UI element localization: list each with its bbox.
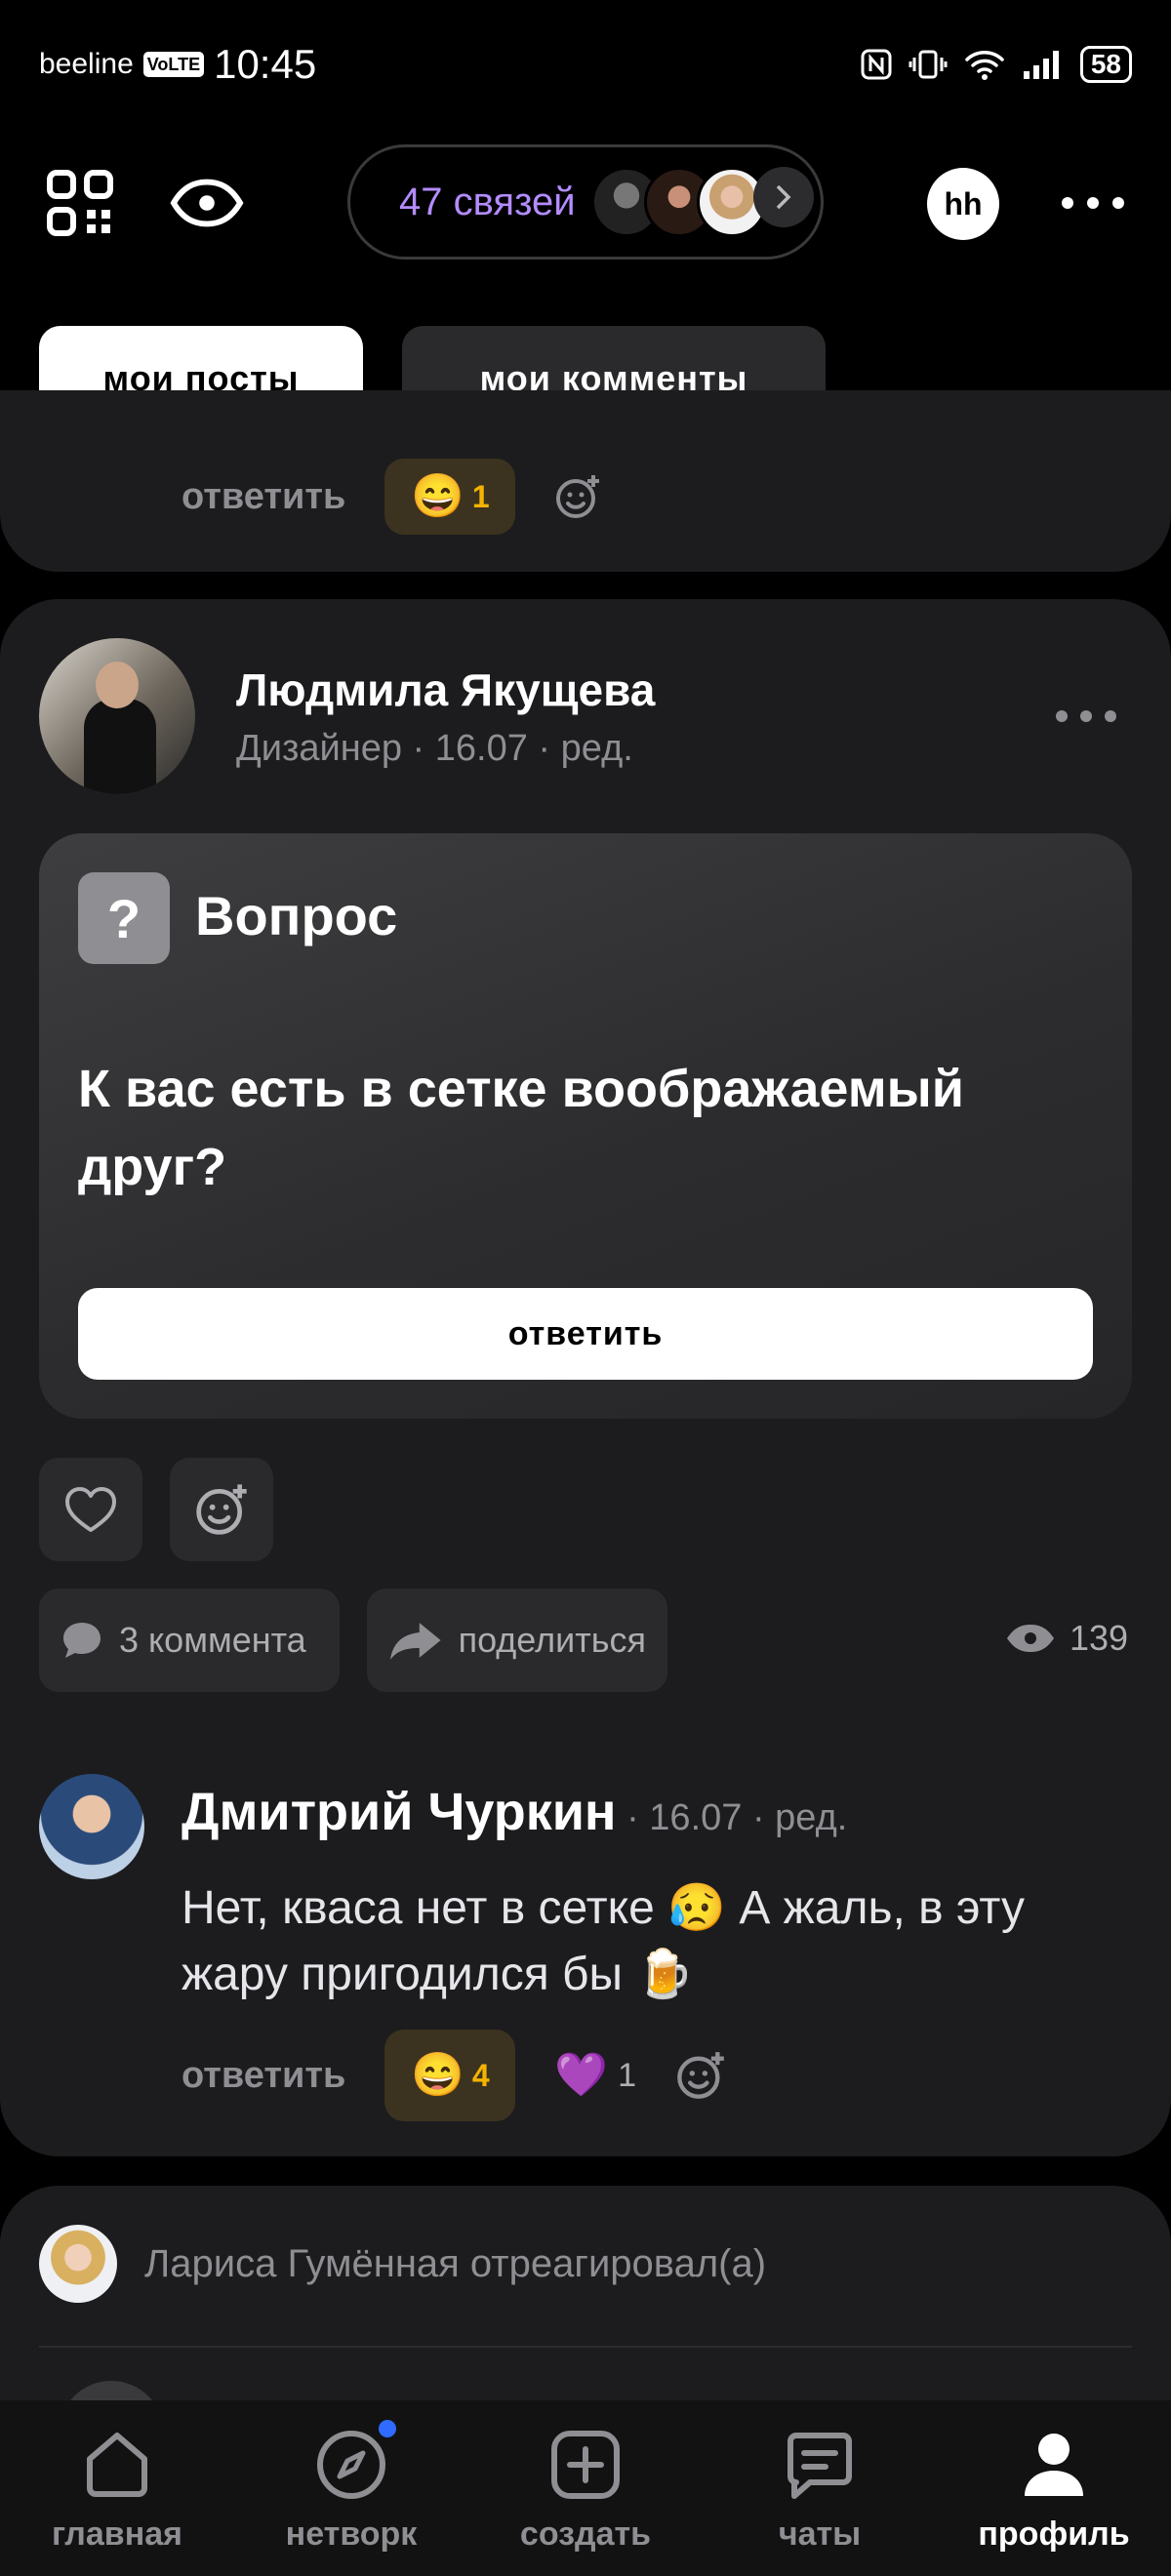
reaction-count: 1: [471, 478, 490, 514]
prev-post-actions: ответить 😄 1: [182, 459, 601, 535]
post-author[interactable]: Людмила Якущева Дизайнер · 16.07 · ред.: [39, 638, 655, 794]
nav-profile-label: профиль: [978, 2516, 1130, 2553]
add-reaction-icon: [196, 1484, 247, 1535]
eye-icon[interactable]: [170, 166, 244, 240]
answer-button[interactable]: ответить: [78, 1288, 1093, 1380]
commenter-avatar[interactable]: [39, 1774, 144, 1879]
reaction-count: 4: [471, 2057, 490, 2093]
compass-icon: [317, 2431, 385, 2499]
share-label: поделиться: [458, 1620, 646, 1660]
views-counter: 139: [1005, 1618, 1128, 1659]
top-header: 47 связей hh: [0, 144, 1171, 262]
profile-avatar-button[interactable]: hh: [927, 168, 999, 240]
wifi-icon: [965, 51, 1004, 80]
author-meta: Дизайнер · 16.07 · ред.: [236, 727, 633, 769]
add-reaction-icon[interactable]: [554, 473, 601, 520]
comment-bubble-icon: [63, 1623, 101, 1658]
nav-profile[interactable]: профиль: [937, 2400, 1171, 2576]
commenter-name-line: Дмитрий Чуркин · 16.07 · ред.: [182, 1782, 847, 1842]
add-reaction-button[interactable]: [170, 1458, 273, 1561]
reaction-chip[interactable]: 💜 1: [554, 2054, 636, 2097]
comment-meta: · 16.07 · ред.: [616, 1797, 848, 1838]
comment-actions: ответить 😄 4 💜 1: [182, 2030, 726, 2121]
connections-count: 47 связей: [399, 180, 576, 223]
heart-icon: [65, 1487, 116, 1532]
nav-home-label: главная: [51, 2516, 182, 2553]
battery-indicator: 58: [1079, 46, 1132, 83]
post-more-icon[interactable]: [1056, 697, 1116, 736]
share-button[interactable]: поделиться: [367, 1589, 667, 1692]
activity-text: Лариса Гумённая отреагировал(а): [144, 2242, 767, 2285]
divider: [39, 2346, 1132, 2348]
add-reaction-icon[interactable]: [675, 2050, 726, 2101]
notification-dot: [379, 2420, 396, 2437]
app-screen: beeline VoLTE 10:45 58 47 связей hh мои …: [0, 0, 1171, 2576]
signal-icon: [1023, 51, 1059, 79]
comments-button[interactable]: 3 коммента: [39, 1589, 340, 1692]
reaction-chip[interactable]: 😄 1: [384, 459, 516, 535]
commenter-name[interactable]: Дмитрий Чуркин: [182, 1783, 617, 1841]
previous-post-card: ответить 😄 1: [0, 390, 1171, 572]
nav-home[interactable]: главная: [0, 2400, 234, 2576]
user-icon: [1025, 2434, 1083, 2496]
grin-emoji: 😄: [411, 2051, 464, 2099]
connections-pill[interactable]: 47 связей: [347, 144, 824, 260]
bottom-navigation: главная нетворк создать чаты профиль: [0, 2400, 1171, 2576]
reactor-avatar[interactable]: [39, 2225, 117, 2303]
reaction-count: 1: [618, 2056, 637, 2094]
status-icons: 58: [860, 46, 1132, 83]
reaction-chip[interactable]: 😄 4: [384, 2030, 516, 2121]
share-arrow-icon: [389, 1623, 441, 1660]
more-options-icon[interactable]: [1062, 183, 1124, 222]
comments-count: 3 коммента: [119, 1620, 306, 1660]
nav-create-label: создать: [519, 2516, 652, 2553]
chat-icon: [787, 2433, 852, 2499]
grin-emoji: 😄: [411, 472, 464, 520]
reply-button[interactable]: ответить: [182, 476, 345, 518]
nav-network-label: нетворк: [285, 2516, 418, 2553]
eye-icon: [1007, 1625, 1054, 1652]
vibrate-icon: [909, 50, 948, 79]
nav-chats[interactable]: чаты: [703, 2400, 937, 2576]
connection-avatars: [590, 167, 814, 237]
reply-button[interactable]: ответить: [182, 2055, 345, 2097]
nav-network[interactable]: нетворк: [234, 2400, 468, 2576]
author-name: Людмила Якущева: [236, 664, 656, 715]
carrier-name: beeline: [39, 48, 134, 80]
comment-text: Нет, кваса нет в сетке 😥 А жаль, в эту ж…: [182, 1882, 1025, 2000]
question-block: ? Вопрос К вас есть в сетке воображаемый…: [39, 833, 1132, 1419]
plus-square-icon: [551, 2431, 620, 2499]
volte-badge: VoLTE: [142, 52, 205, 77]
status-bar: beeline VoLTE 10:45 58: [0, 0, 1171, 129]
home-icon: [87, 2433, 147, 2497]
chevron-right-icon: [752, 167, 814, 227]
nav-chats-label: чаты: [778, 2516, 862, 2553]
views-count: 139: [1070, 1618, 1129, 1658]
like-button[interactable]: [39, 1458, 142, 1561]
nfc-icon: [861, 49, 892, 80]
clock: 10:45: [214, 41, 317, 87]
question-text: К вас есть в сетке воображаемый друг?: [78, 1060, 964, 1196]
author-avatar: [39, 638, 195, 794]
qr-code-icon[interactable]: [43, 166, 117, 240]
question-label: Вопрос: [195, 885, 398, 946]
nav-create[interactable]: создать: [468, 2400, 703, 2576]
question-icon: ?: [78, 872, 170, 964]
purple-heart-emoji: 💜: [554, 2051, 609, 2099]
